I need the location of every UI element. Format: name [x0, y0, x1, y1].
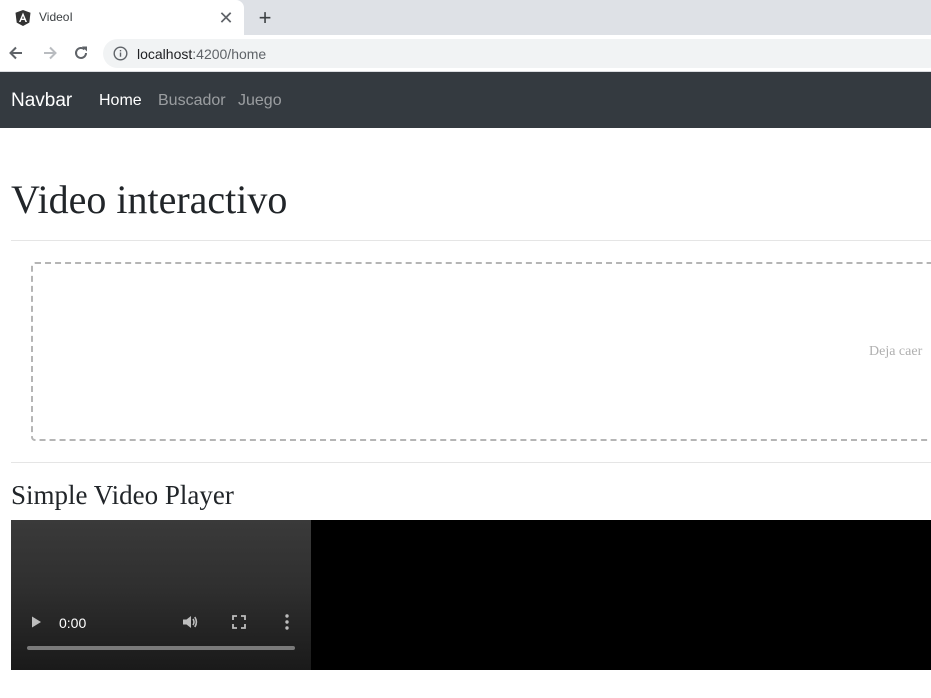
- nav-link-juego[interactable]: Juego: [238, 92, 282, 110]
- video-progress-bar[interactable]: [27, 646, 295, 650]
- address-bar[interactable]: localhost:4200/home: [103, 39, 931, 68]
- url-host: localhost: [137, 46, 193, 62]
- browser-tab[interactable]: VideoI ✕: [0, 0, 244, 35]
- play-icon[interactable]: [29, 615, 43, 629]
- more-options-icon[interactable]: [281, 613, 293, 631]
- video-time: 0:00: [59, 615, 87, 631]
- video-player[interactable]: 0:00: [11, 520, 311, 670]
- browser-toolbar: localhost:4200/home: [0, 35, 931, 72]
- section-title: Simple Video Player: [11, 480, 234, 510]
- nav-link-home[interactable]: Home: [99, 92, 142, 110]
- page-title: Video interactivo: [11, 177, 288, 222]
- nav-link-buscador[interactable]: Buscador: [158, 92, 226, 110]
- divider: [11, 240, 931, 241]
- dropzone-text: Deja caer: [869, 344, 923, 359]
- navbar: Navbar Home Buscador Juego: [0, 72, 931, 128]
- close-icon[interactable]: ✕: [216, 8, 236, 28]
- back-arrow-icon[interactable]: [6, 43, 26, 63]
- volume-icon[interactable]: [181, 613, 199, 631]
- file-dropzone[interactable]: Deja caer: [31, 262, 931, 441]
- forward-arrow-icon[interactable]: [40, 43, 60, 63]
- fullscreen-icon[interactable]: [231, 614, 247, 630]
- divider: [11, 462, 931, 463]
- angular-logo-icon: [15, 10, 31, 26]
- video-area: 0:00: [11, 520, 931, 670]
- info-icon[interactable]: [113, 46, 128, 61]
- tab-title: VideoI: [39, 10, 73, 24]
- url-text: localhost:4200/home: [137, 46, 266, 62]
- plus-icon[interactable]: +: [254, 7, 276, 29]
- navbar-brand[interactable]: Navbar: [11, 90, 72, 112]
- url-path: :4200/home: [192, 46, 267, 62]
- browser-tab-bar: VideoI ✕ +: [0, 0, 931, 35]
- reload-icon[interactable]: [71, 43, 91, 63]
